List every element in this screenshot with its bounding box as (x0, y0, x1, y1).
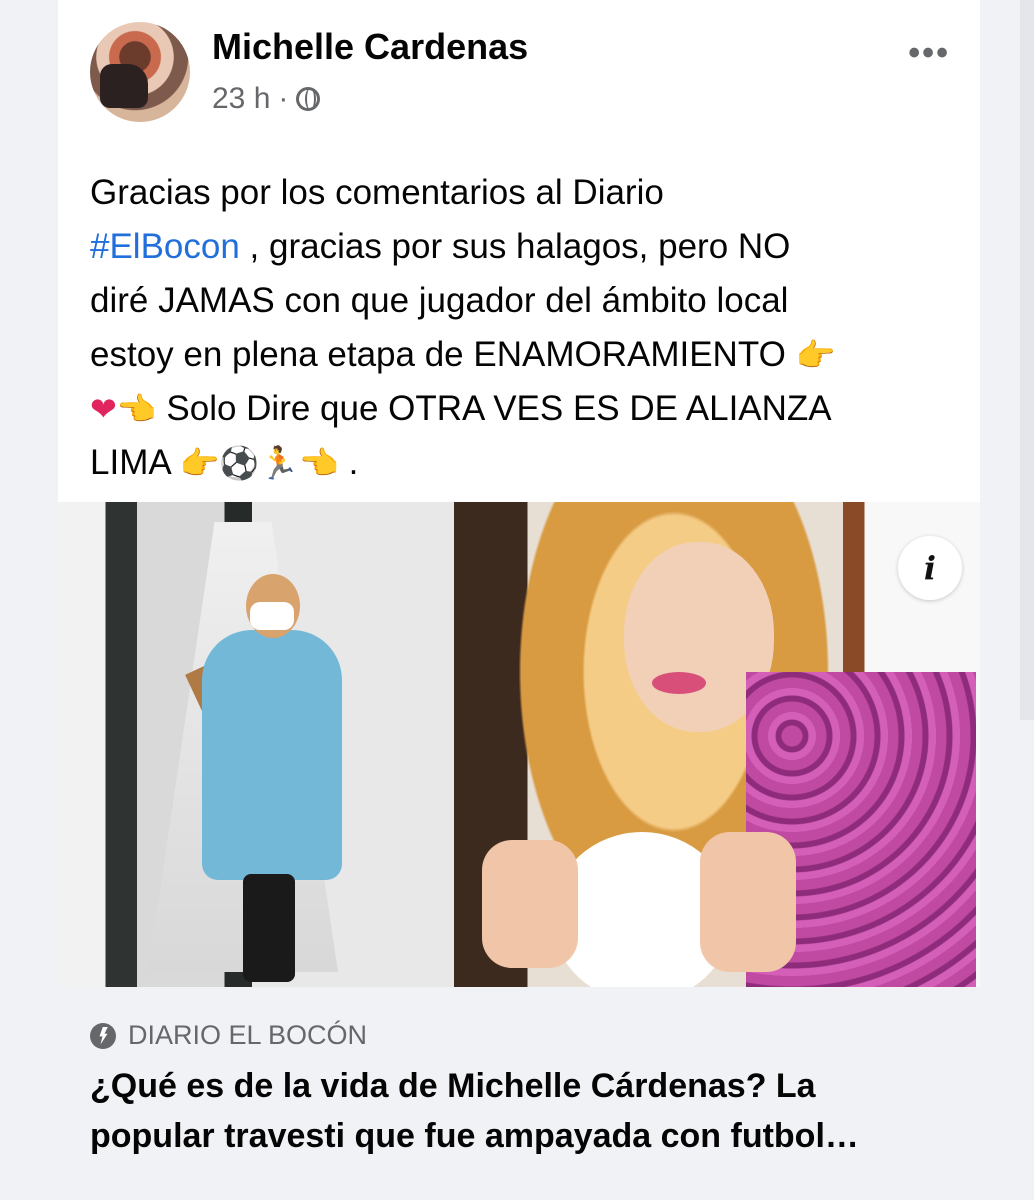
post-line-3: diré JAMAS con que jugador del ámbito lo… (90, 281, 789, 320)
source-name: DIARIO EL BOCÓN (128, 1020, 368, 1050)
link-preview-card[interactable]: DIARIO EL BOCÓN ¿Qué es de la vida de Mi… (58, 987, 980, 1200)
right-hand (700, 832, 796, 972)
post-line-6: LIMA 👉⚽🏃👈 . (90, 443, 359, 482)
post-card: Michelle Cardenas 23 h · ••• Gracias por… (58, 0, 980, 1200)
left-hand (482, 840, 578, 968)
face-mask (250, 602, 294, 630)
more-options-button[interactable]: ••• (908, 34, 950, 73)
person-in-gown (185, 574, 350, 987)
medical-gown (202, 630, 342, 880)
portrait-photo[interactable]: i (454, 502, 980, 987)
post-line-5: ❤👈 Solo Dire que OTRA VES ES DE ALIANZA (90, 389, 832, 428)
globe-icon[interactable] (296, 87, 321, 111)
lightning-icon (90, 1022, 116, 1049)
author-avatar[interactable] (90, 22, 190, 122)
lips (652, 672, 706, 694)
post-meta: 23 h · (212, 82, 321, 116)
post-header: Michelle Cardenas 23 h · ••• (90, 22, 950, 132)
post-line-1: Gracias por los comentarios al Diario (90, 173, 664, 212)
hashtag-elbocon-link[interactable]: #ElBocon (90, 227, 240, 266)
facebook-post-page: Michelle Cardenas 23 h · ••• Gracias por… (0, 0, 1034, 1200)
info-button[interactable]: i (898, 536, 962, 600)
source-row: DIARIO EL BOCÓN (90, 1020, 367, 1051)
meta-separator: · (278, 82, 289, 115)
emoji-sequence-icon: 👉⚽🏃👈 (179, 444, 339, 482)
vertical-scrollbar[interactable] (1020, 0, 1034, 720)
post-text: Gracias por los comentarios al Diario #E… (90, 166, 960, 490)
post-time[interactable]: 23 h (212, 82, 270, 116)
hospital-corridor-photo[interactable] (58, 502, 454, 987)
link-preview-image[interactable]: i (58, 502, 980, 987)
person-legs (243, 874, 295, 982)
article-headline[interactable]: ¿Qué es de la vida de Michelle Cárdenas?… (90, 1061, 960, 1161)
post-line-4: estoy en plena etapa de ENAMORAMIENTO 👉 (90, 335, 836, 374)
author-name[interactable]: Michelle Cardenas (212, 26, 528, 68)
pointing-right-emoji-icon: 👉 (795, 336, 836, 374)
pointing-left-emoji-icon: 👈 (116, 390, 157, 428)
heart-emoji-icon: ❤ (90, 390, 117, 428)
post-line-2: #ElBocon , gracias por sus halagos, pero… (90, 227, 791, 266)
